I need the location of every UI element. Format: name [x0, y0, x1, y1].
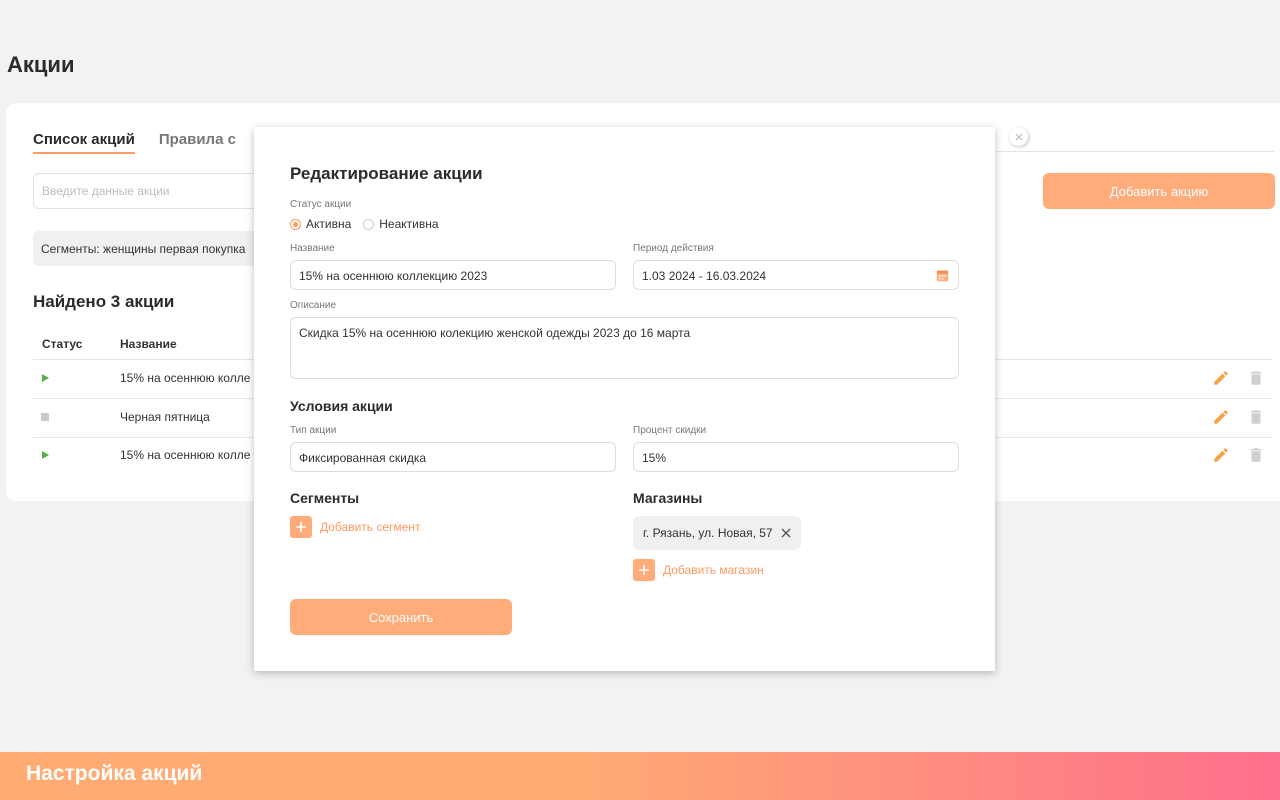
trash-icon[interactable] [1247, 446, 1265, 464]
tabs: Список акций Правила с [33, 131, 236, 154]
name-label: Название [290, 243, 335, 254]
add-promo-button[interactable]: Добавить акцию [1043, 173, 1275, 209]
type-select[interactable]: Фиксированная скидка [290, 442, 616, 472]
store-chip: г. Рязань, ул. Новая, 57 [633, 516, 801, 550]
close-modal-button[interactable] [1009, 127, 1028, 146]
edit-icon[interactable] [1212, 446, 1230, 464]
add-store-button[interactable]: Добавить магазин [633, 559, 764, 581]
conditions-title: Условия акции [290, 398, 393, 414]
row-name: Черная пятница [120, 410, 210, 424]
add-segment-label: Добавить сегмент [320, 520, 421, 534]
modal-title: Редактирование акции [290, 164, 483, 183]
name-field[interactable]: 15% на осеннюю коллекцию 2023 [290, 260, 616, 290]
add-segment-button[interactable]: Добавить сегмент [290, 516, 420, 538]
discount-label: Процент скидки [633, 425, 707, 436]
period-value: 1.03 2024 - 16.03.2024 [642, 269, 767, 283]
column-header-status[interactable]: Статус [42, 337, 82, 351]
play-icon [42, 451, 49, 459]
edit-icon[interactable] [1212, 408, 1230, 426]
plus-icon [633, 559, 655, 581]
page-title: Акции [7, 52, 75, 77]
radio-label: Неактивна [379, 217, 439, 231]
radio-label: Активна [306, 217, 352, 231]
period-field[interactable]: 1.03 2024 - 16.03.2024 [633, 260, 959, 290]
radio-unchecked-icon [363, 218, 375, 230]
calendar-icon[interactable] [936, 269, 949, 282]
column-header-name[interactable]: Название [120, 337, 177, 351]
store-chip-label: г. Рязань, ул. Новая, 57 [643, 526, 773, 540]
results-count: Найдено 3 акции [33, 292, 175, 311]
add-store-label: Добавить магазин [663, 563, 764, 577]
tab-rules[interactable]: Правила с [159, 131, 236, 154]
description-label: Описание [290, 300, 337, 311]
save-button[interactable]: Сохранить [290, 599, 512, 635]
period-label: Период действия [633, 243, 714, 254]
remove-store-icon[interactable] [781, 528, 791, 538]
row-name: 15% на осеннюю колле [120, 448, 251, 462]
close-icon [1015, 133, 1022, 140]
segments-title: Сегменты [290, 490, 360, 506]
tab-promo-list[interactable]: Список акций [33, 131, 135, 154]
trash-icon[interactable] [1247, 408, 1265, 426]
discount-field[interactable]: 15% [633, 442, 959, 472]
stop-icon [41, 413, 49, 421]
type-label: Тип акции [290, 425, 337, 436]
footer-banner: Настройка акций [0, 752, 1280, 800]
edit-promo-modal: Редактирование акции Статус акции Активн… [254, 127, 995, 671]
status-inactive-radio[interactable]: Неактивна [363, 217, 439, 231]
description-textarea[interactable]: Скидка 15% на осеннюю колекцию женской о… [290, 317, 959, 379]
status-active-radio[interactable]: Активна [290, 217, 351, 231]
radio-checked-icon [290, 218, 301, 230]
play-icon [42, 374, 49, 382]
footer-title: Настройка акций [26, 762, 203, 785]
stores-title: Магазины [633, 490, 703, 506]
edit-icon[interactable] [1212, 369, 1230, 387]
status-label: Статус акции [290, 199, 352, 210]
plus-icon [290, 516, 312, 538]
status-radio-group: Активна Неактивна [290, 217, 439, 231]
tabs-divider [996, 151, 1274, 152]
trash-icon[interactable] [1247, 369, 1265, 387]
row-name: 15% на осеннюю колле [120, 371, 251, 385]
